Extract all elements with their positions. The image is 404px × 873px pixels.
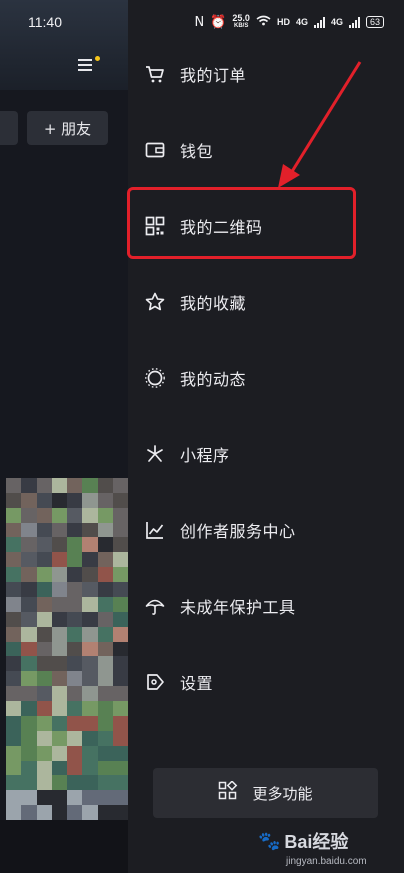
notification-dot [95,56,100,61]
status-bar: 11:40 N ⏰ 25.0 KB/S HD 4G 4G 63 [0,0,404,44]
menu-item-label: 我的订单 [180,66,247,85]
paw-icon: 🐾 [258,830,281,851]
watermark-url: jingyan.baidu.com [286,856,367,867]
menu-item-activity[interactable]: 我的动态 [128,340,404,416]
status-time: 11:40 [28,14,62,30]
annotation-arrow-icon [278,61,362,188]
menu-item-label: 设置 [180,674,214,693]
activity-icon [144,367,166,389]
blurred-photo [6,478,128,820]
watermark-brand: Bai经验 [284,832,349,852]
menu-item-label: 创作者服务中心 [180,522,296,541]
cart-icon [144,63,166,85]
menu-item-settings[interactable]: 设置 [128,644,404,720]
wallet-icon [144,139,166,161]
add-friend-button[interactable]: + 朋友 [27,111,108,145]
net-speed: 25.0 [232,13,250,23]
menu-item-label: 我的收藏 [180,294,247,313]
net-speed-unit: KB/S [234,23,249,29]
signal-icon-2 [348,16,360,28]
alarm-icon: ⏰ [210,14,227,30]
bottom-bar-partial [0,820,128,873]
menu-item-creator-center[interactable]: 创作者服务中心 [128,492,404,568]
menu-item-label: 小程序 [180,446,230,465]
baidu-jingyan-watermark: 🐾 Bai经验 jingyan.baidu.com [258,828,388,870]
edit-profile-button-partial[interactable] [0,111,18,145]
menu-item-mini-programs[interactable]: 小程序 [128,416,404,492]
mini-program-icon [144,443,166,465]
grid-icon [218,780,238,805]
creator-chart-icon [144,519,166,541]
status-icons: N ⏰ 25.0 KB/S HD 4G 4G 63 [194,13,384,30]
menu-item-label: 未成年保护工具 [180,598,296,617]
star-icon [144,291,166,313]
menu-item-minor-protection[interactable]: 未成年保护工具 [128,568,404,644]
more-features-button[interactable]: 更多功能 [153,768,378,818]
watermark-logo: 🐾 Bai经验 [258,828,388,854]
network-type-1: 4G [295,17,308,27]
nfc-icon: N [194,14,205,30]
wifi-icon [256,15,271,30]
signal-icon-1 [313,16,325,28]
more-features-label: 更多功能 [252,784,313,803]
umbrella-icon [144,595,166,617]
battery-level: 63 [365,16,384,28]
hd-label: HD [276,17,290,27]
hamburger-menu-button[interactable] [78,56,102,76]
menu-item-label: 钱包 [180,142,214,161]
menu-item-favorites[interactable]: 我的收藏 [128,264,404,340]
settings-tag-icon [144,671,166,693]
network-type-2: 4G [330,17,343,27]
background-profile-page: + 朋友 [0,0,128,873]
menu-item-label: 我的动态 [180,370,247,389]
